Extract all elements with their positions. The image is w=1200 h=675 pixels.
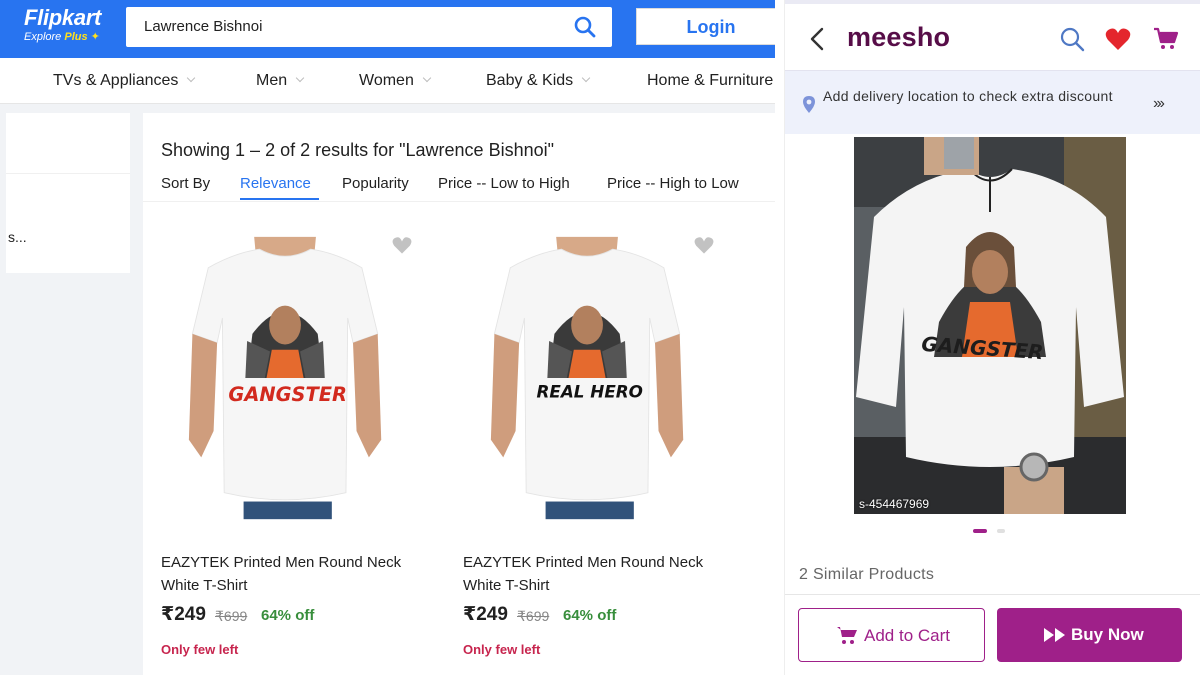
category-women[interactable]: Women: [359, 72, 432, 90]
back-arrow-icon[interactable]: [807, 26, 827, 52]
divider: [6, 173, 130, 174]
login-button[interactable]: Login: [636, 8, 775, 45]
category-home-furniture[interactable]: Home & Furniture: [647, 72, 773, 90]
flipkart-tagline: Explore Plus ✦: [24, 30, 101, 44]
flipkart-brand: Flipkart: [24, 5, 102, 30]
fast-forward-icon: [1044, 628, 1065, 642]
sort-relevance[interactable]: Relevance: [240, 175, 311, 192]
results-panel: Showing 1 – 2 of 2 results for "Lawrence…: [143, 113, 775, 675]
product-mrp: ₹699: [215, 608, 248, 624]
cart-icon[interactable]: [1153, 27, 1179, 51]
tagline-prefix: Explore: [24, 31, 65, 43]
results-count: Showing 1 – 2 of 2 results for "Lawrence…: [161, 140, 554, 160]
category-label: Women: [359, 72, 414, 89]
product-price: ₹249: [463, 604, 508, 625]
product-title[interactable]: EAZYTEK Printed Men Round Neck White T-S…: [463, 551, 733, 597]
carousel-dot-active[interactable]: [973, 529, 987, 533]
flipkart-header: Flipkart Explore Plus ✦ Lawrence Bishnoi…: [0, 0, 775, 58]
buy-now-label: Buy Now: [1071, 625, 1144, 644]
product-image[interactable]: REAL HERO: [475, 218, 700, 538]
similar-products-link[interactable]: 2 Similar Products: [799, 566, 934, 584]
chevron-down-icon: [422, 73, 432, 83]
category-men[interactable]: Men: [256, 72, 305, 90]
search-input[interactable]: Lawrence Bishnoi: [144, 18, 262, 35]
sort-by-label: Sort By: [161, 175, 211, 192]
divider: [143, 201, 775, 202]
product-title-line: EAZYTEK Printed Men Round Neck: [463, 554, 704, 571]
plus-icon: ✦: [87, 31, 100, 43]
cart-icon: [837, 627, 857, 644]
wishlist-heart-icon[interactable]: [1105, 27, 1131, 51]
category-bar: TVs & Appliances Men Women Baby & Kids H…: [0, 58, 775, 104]
active-sort-indicator: [240, 198, 319, 200]
sort-popularity[interactable]: Popularity: [342, 175, 409, 192]
delivery-text: Add delivery location to check extra dis…: [823, 88, 1113, 104]
print-text: REAL HERO: [537, 381, 643, 401]
filter-sidebar: s...: [6, 113, 130, 273]
product-price: ₹249: [161, 604, 206, 625]
product-title-line: EAZYTEK Printed Men Round Neck: [161, 554, 402, 571]
add-to-cart-button[interactable]: Add to Cart: [798, 608, 985, 662]
category-label: Baby & Kids: [486, 72, 574, 89]
category-label: Men: [256, 72, 288, 89]
product-discount: 64% off: [563, 607, 617, 624]
stock-status: Only few left: [161, 642, 239, 657]
meesho-panel: meesho Add delivery location to check ex…: [784, 0, 1200, 675]
product-card[interactable]: GANGSTER EAZYTEK Printed Men Round Neck …: [143, 218, 433, 658]
chevron-down-icon: [581, 73, 591, 83]
chevron-right-icon: ›››: [1153, 95, 1165, 112]
flipkart-panel: Flipkart Explore Plus ✦ Lawrence Bishnoi…: [0, 0, 775, 675]
product-mrp: ₹699: [517, 608, 550, 624]
product-sku: s-454467969: [859, 497, 930, 511]
buy-now-button[interactable]: Buy Now: [997, 608, 1182, 662]
category-label: Home & Furniture: [647, 72, 774, 89]
search-icon[interactable]: [574, 16, 596, 38]
category-label: TVs & Appliances: [53, 72, 179, 89]
delivery-location-banner[interactable]: Add delivery location to check extra dis…: [785, 70, 1200, 134]
heart-icon[interactable]: [391, 234, 413, 256]
sort-price-low-high[interactable]: Price -- Low to High: [438, 175, 570, 192]
product-title-line: White T-Shirt: [463, 577, 550, 594]
tagline-plus: Plus: [64, 31, 88, 43]
chevron-down-icon: [187, 73, 196, 83]
category-baby-kids[interactable]: Baby & Kids: [486, 72, 591, 90]
search-icon[interactable]: [1059, 26, 1085, 52]
carousel-dot[interactable]: [997, 529, 1005, 533]
product-title[interactable]: EAZYTEK Printed Men Round Neck White T-S…: [161, 551, 431, 597]
print-text: GANGSTER: [228, 383, 347, 406]
product-card[interactable]: REAL HERO EAZYTEK Printed Men Round Neck…: [445, 218, 735, 658]
divider: [785, 594, 1200, 595]
add-to-cart-label: Add to Cart: [864, 626, 950, 645]
product-discount: 64% off: [261, 607, 315, 624]
stock-status: Only few left: [463, 642, 541, 657]
location-pin-icon: [803, 96, 815, 113]
product-title-line: White T-Shirt: [161, 577, 248, 594]
meesho-logo[interactable]: meesho: [847, 22, 950, 53]
product-image[interactable]: GANGSTER: [854, 137, 1126, 514]
sort-price-high-low[interactable]: Price -- High to Low: [607, 175, 739, 192]
category-tvs-appliances[interactable]: TVs & Appliances: [53, 72, 196, 90]
flipkart-logo[interactable]: Flipkart Explore Plus ✦: [24, 6, 101, 44]
filter-item[interactable]: s...: [8, 229, 27, 245]
product-image[interactable]: GANGSTER: [173, 218, 398, 538]
chevron-down-icon: [295, 73, 305, 83]
heart-icon[interactable]: [693, 234, 715, 256]
search-bar[interactable]: Lawrence Bishnoi: [126, 7, 612, 47]
status-strip: [785, 0, 1200, 4]
